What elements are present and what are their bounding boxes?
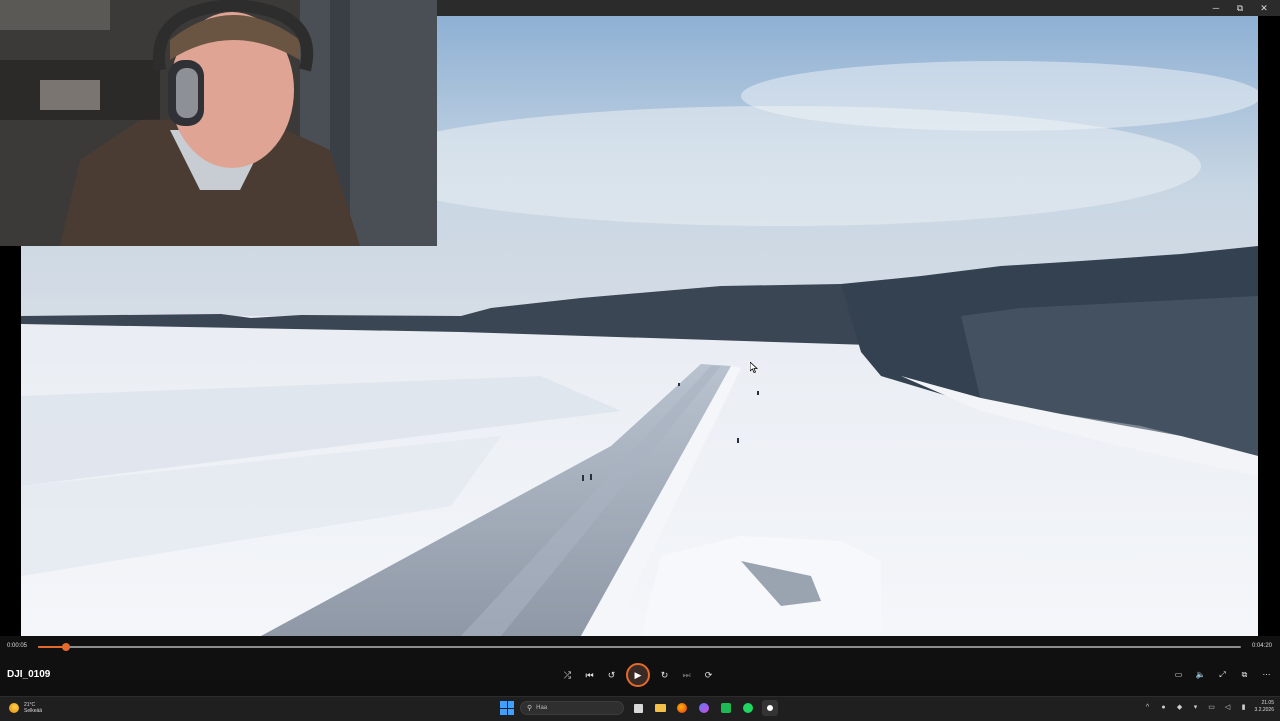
task-view-icon xyxy=(633,703,643,713)
start-button[interactable] xyxy=(500,701,514,715)
clock-date: 3.2.2026 xyxy=(1254,707,1274,713)
task-view-button[interactable] xyxy=(630,700,646,716)
forward-button[interactable]: ↻ xyxy=(657,668,672,683)
firefox-button[interactable] xyxy=(674,700,690,716)
subtitles-button[interactable]: ▭ xyxy=(1171,667,1186,682)
usb-icon[interactable]: ▾ xyxy=(1191,702,1201,712)
playback-controls: ⤮ ⏮ ↺ ▶ ↻ ⏭ ⟳ xyxy=(560,663,716,687)
network-icon[interactable]: ▭ xyxy=(1207,702,1217,712)
spotify-button[interactable] xyxy=(740,700,756,716)
forward-icon: ↻ xyxy=(660,669,669,680)
player-controls: 0:00:05 0:04:20 DJI_0109 ⤮ ⏮ ↺ ▶ ↻ ⏭ ⟳ ▭… xyxy=(0,636,1280,696)
seek-bar[interactable] xyxy=(38,643,1241,651)
subtitles-icon: ▭ xyxy=(1174,670,1183,679)
view-controls: ▭ 🔈 ⤢ ⧉ ⋯ xyxy=(1171,667,1274,682)
folder-icon xyxy=(654,704,666,712)
shuffle-button[interactable]: ⤮ xyxy=(560,668,575,683)
taskbar-clock[interactable]: 21.05 3.2.2026 xyxy=(1255,700,1274,714)
fullscreen-icon: ⤢ xyxy=(1219,669,1226,679)
taskbar: 21°C Selkeää ⚲ Haa ^ ● ◆ ▾ ▭ ◁ ▮ 21.05 3… xyxy=(0,696,1280,721)
webcam-image xyxy=(0,0,437,246)
messenger-icon xyxy=(699,703,709,713)
minimize-button[interactable]: ─ xyxy=(1206,0,1226,16)
game-app-icon xyxy=(721,703,731,713)
windows-logo-icon xyxy=(500,701,507,708)
total-time: 0:04:20 xyxy=(1251,643,1272,649)
tray-app-icon[interactable]: ● xyxy=(1159,702,1169,712)
game-app-button[interactable] xyxy=(718,700,734,716)
weather-icon xyxy=(9,703,19,713)
security-icon[interactable]: ◆ xyxy=(1175,702,1185,712)
next-icon: ⏭ xyxy=(682,669,691,680)
next-button[interactable]: ⏭ xyxy=(679,668,694,683)
media-player-button[interactable] xyxy=(762,700,778,716)
taskbar-apps: ⚲ Haa xyxy=(500,700,778,716)
media-title: DJI_0109 xyxy=(7,669,51,680)
repeat-icon: ⟳ xyxy=(704,669,713,680)
previous-button[interactable]: ⏮ xyxy=(582,668,597,683)
clock-time: 21.05 xyxy=(1261,700,1274,706)
messenger-button[interactable] xyxy=(696,700,712,716)
rewind-button[interactable]: ↺ xyxy=(604,668,619,683)
file-explorer-button[interactable] xyxy=(652,700,668,716)
more-options-button[interactable]: ⋯ xyxy=(1259,667,1274,682)
search-icon: ⚲ xyxy=(527,705,533,712)
weather-condition: Selkeää xyxy=(24,708,43,714)
taskbar-search[interactable]: ⚲ Haa xyxy=(520,701,624,715)
current-time: 0:00:05 xyxy=(7,643,28,649)
spotify-icon xyxy=(743,703,753,713)
fullscreen-button[interactable]: ⤢ xyxy=(1215,667,1230,682)
firefox-icon xyxy=(677,703,687,713)
media-player-icon xyxy=(765,703,775,713)
seek-handle[interactable] xyxy=(61,643,70,651)
repeat-button[interactable]: ⟳ xyxy=(701,668,716,683)
show-hidden-icons-button[interactable]: ^ xyxy=(1143,702,1153,712)
webcam-overlay xyxy=(0,0,437,246)
mouse-cursor-icon xyxy=(749,360,759,378)
play-button[interactable]: ▶ xyxy=(626,663,650,687)
system-tray: ^ ● ◆ ▾ ▭ ◁ ▮ 21.05 3.2.2026 xyxy=(1143,700,1280,714)
close-button[interactable]: ✕ xyxy=(1254,0,1274,16)
rewind-icon: ↺ xyxy=(607,669,616,680)
battery-icon[interactable]: ▮ xyxy=(1239,702,1249,712)
window-title-bar: ─ ⧉ ✕ xyxy=(437,0,1280,16)
more-icon: ⋯ xyxy=(1262,670,1271,679)
volume-button[interactable]: 🔈 xyxy=(1193,667,1208,682)
search-placeholder: Haa xyxy=(536,705,548,711)
weather-widget[interactable]: 21°C Selkeää xyxy=(9,702,42,714)
miniplayer-icon: ⧉ xyxy=(1241,669,1248,679)
window-controls: ─ ⧉ ✕ xyxy=(1206,0,1274,16)
previous-icon: ⏮ xyxy=(585,669,594,680)
restore-button[interactable]: ⧉ xyxy=(1230,0,1250,16)
miniplayer-button[interactable]: ⧉ xyxy=(1237,667,1252,682)
shuffle-icon: ⤮ xyxy=(563,669,572,680)
volume-icon: 🔈 xyxy=(1195,670,1206,679)
play-icon: ▶ xyxy=(634,669,642,680)
volume-tray-icon[interactable]: ◁ xyxy=(1223,702,1233,712)
